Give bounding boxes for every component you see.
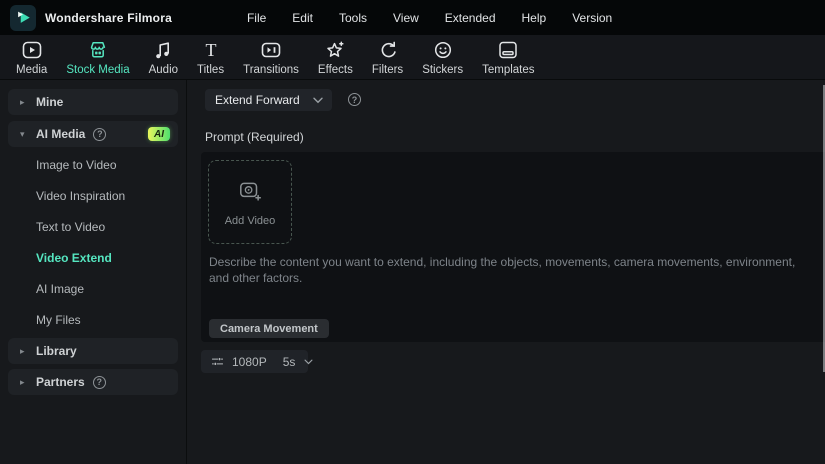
menu-file[interactable]: File: [234, 5, 279, 31]
prompt-label: Prompt (Required): [205, 130, 304, 144]
add-video-label: Add Video: [225, 215, 276, 227]
tab-stock-media[interactable]: Stock Media: [60, 37, 135, 78]
chevron-right-icon: ▸: [20, 377, 32, 388]
chevron-right-icon: ▸: [20, 97, 32, 108]
help-icon[interactable]: ?: [93, 128, 106, 141]
sliders-icon: [210, 354, 225, 369]
toolbar: Media Stock Media: [0, 35, 825, 80]
extend-mode-dropdown[interactable]: Extend Forward: [205, 89, 332, 111]
filmora-window: Wondershare Filmora File Edit Tools View…: [0, 0, 825, 464]
tab-audio[interactable]: Audio: [143, 37, 184, 78]
prompt-placeholder: Describe the content you want to extend,…: [209, 254, 805, 286]
svg-text:T: T: [205, 40, 216, 60]
tab-templates[interactable]: Templates: [476, 37, 540, 78]
add-video-icon: [237, 178, 263, 209]
sidebar-item-image-to-video[interactable]: Image to Video: [36, 158, 117, 172]
sidebar-group-mine[interactable]: ▸ Mine: [8, 89, 178, 115]
sidebar-item-video-inspiration[interactable]: Video Inspiration: [36, 189, 125, 203]
audio-icon: [152, 39, 174, 61]
sidebar-group-ai-media[interactable]: ▾ AI Media ? AI: [8, 121, 178, 147]
resolution-value: 1080P: [232, 355, 267, 369]
menu-extended[interactable]: Extended: [432, 5, 509, 31]
sidebar-item-text-to-video[interactable]: Text to Video: [36, 220, 105, 234]
app-title: Wondershare Filmora: [45, 11, 172, 25]
scrollbar[interactable]: [823, 85, 825, 372]
chevron-down-icon: [313, 97, 323, 104]
chevron-right-icon: ▸: [20, 346, 32, 357]
tab-effects[interactable]: Effects: [312, 37, 359, 78]
sidebar-group-partners[interactable]: ▸ Partners ?: [8, 369, 178, 395]
tab-titles[interactable]: T Titles: [191, 37, 230, 78]
main-panel: Extend Forward ? Prompt (Required) Add V…: [188, 80, 825, 464]
duration-value: 5s: [283, 355, 296, 369]
camera-movement-chip[interactable]: Camera Movement: [209, 319, 329, 338]
menu-view[interactable]: View: [380, 5, 432, 31]
filmora-logo-icon: [10, 5, 36, 31]
add-video-button[interactable]: Add Video: [208, 160, 292, 244]
tab-transitions[interactable]: Transitions: [237, 37, 305, 78]
transitions-icon: [260, 39, 282, 61]
sidebar-item-my-files[interactable]: My Files: [36, 313, 81, 327]
filters-icon: [377, 39, 399, 61]
sidebar-item-ai-image[interactable]: AI Image: [36, 282, 84, 296]
menu-edit[interactable]: Edit: [279, 5, 326, 31]
menu-tools[interactable]: Tools: [326, 5, 380, 31]
help-icon[interactable]: ?: [93, 376, 106, 389]
ai-badge: AI: [148, 127, 170, 141]
tab-media[interactable]: Media: [10, 37, 53, 78]
tab-filters[interactable]: Filters: [366, 37, 409, 78]
sidebar: ▸ Mine ▾ AI Media ? AI Image to Video Vi…: [0, 80, 187, 464]
menu-items: File Edit Tools View Extended Help Versi…: [234, 5, 625, 31]
stock-media-icon: [87, 39, 109, 61]
effects-icon: [324, 39, 346, 61]
menu-version[interactable]: Version: [559, 5, 625, 31]
stickers-icon: [432, 39, 454, 61]
output-settings-button[interactable]: 1080P 5s: [201, 350, 308, 373]
extend-mode-value: Extend Forward: [215, 93, 313, 107]
sidebar-item-video-extend[interactable]: Video Extend: [36, 251, 112, 265]
sidebar-group-library[interactable]: ▸ Library: [8, 338, 178, 364]
media-icon: [21, 39, 43, 61]
prompt-textarea[interactable]: Add Video Describe the content you want …: [201, 152, 825, 342]
templates-icon: [497, 39, 519, 61]
menubar: Wondershare Filmora File Edit Tools View…: [0, 0, 825, 35]
chevron-down-icon: ▾: [20, 129, 32, 140]
menu-help[interactable]: Help: [509, 5, 560, 31]
help-icon[interactable]: ?: [348, 93, 361, 106]
tab-stickers[interactable]: Stickers: [416, 37, 469, 78]
titles-icon: T: [200, 39, 222, 61]
chevron-down-icon: [304, 359, 313, 365]
